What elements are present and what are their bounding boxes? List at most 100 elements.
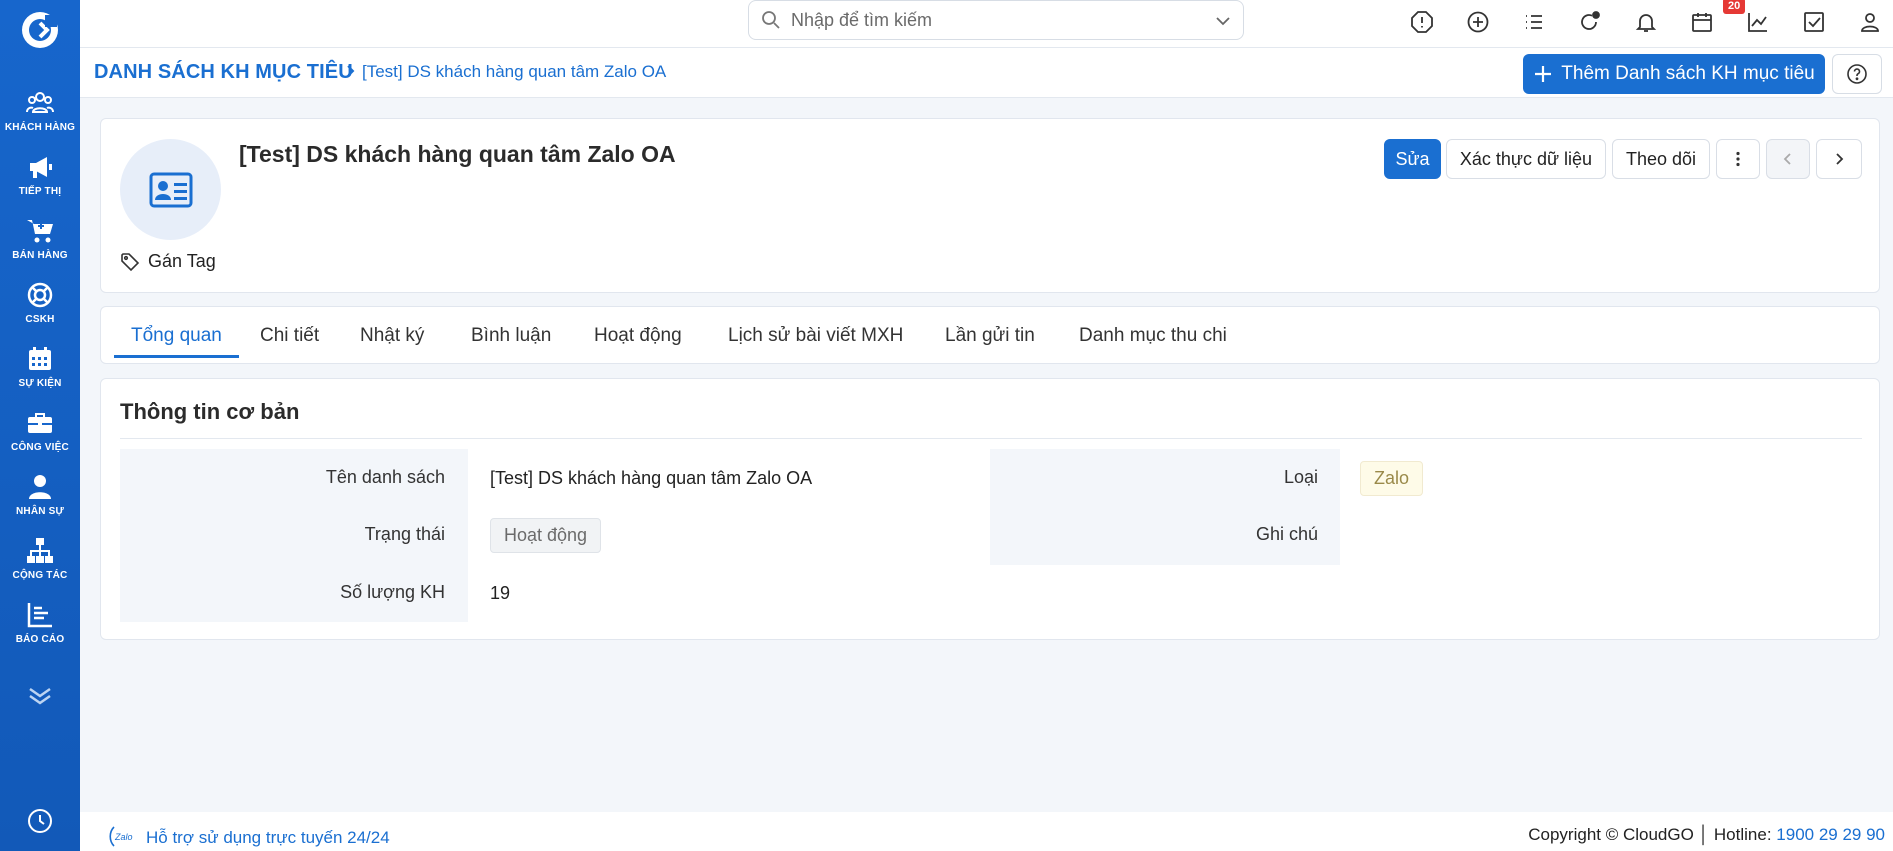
alert-circle-icon	[1411, 11, 1433, 33]
activity-button[interactable]	[1576, 8, 1604, 36]
clock-icon[interactable]	[27, 808, 53, 834]
alert-button[interactable]	[1408, 8, 1436, 36]
sidebar-item-label: SỰ KIỆN	[18, 378, 62, 389]
reports-button[interactable]	[1744, 8, 1772, 36]
more-actions-button[interactable]	[1716, 139, 1760, 179]
calendar-outline-icon	[1692, 13, 1712, 32]
bell-icon	[1635, 14, 1657, 32]
tab-lich-su-bai-viet[interactable]: Lịch sử bài viết MXH	[728, 325, 903, 347]
basic-info-panel: Thông tin cơ bản Tên danh sách [Test] DS…	[100, 378, 1880, 640]
search-icon	[762, 11, 780, 29]
list-button[interactable]	[1520, 8, 1548, 36]
tab-tong-quan[interactable]: Tổng quan	[131, 325, 222, 347]
field-label-customer-count: Số lượng KH	[340, 582, 445, 602]
sidebar-item-label: BÁO CÁO	[15, 634, 65, 645]
expand-more-icon[interactable]	[26, 686, 54, 706]
report-icon	[27, 603, 52, 628]
assign-tag-button[interactable]: Gán Tag	[120, 251, 216, 272]
sidebar-item-cskh[interactable]: CSKH	[0, 276, 80, 336]
online-support-link[interactable]: Hỗ trợ sử dụng trực tuyến 24/24	[146, 828, 390, 848]
record-title: [Test] DS khách hàng quan tâm Zalo OA	[239, 141, 676, 167]
edit-button[interactable]: Sửa	[1384, 139, 1441, 179]
sidebar-item-nhan-su[interactable]: NHÂN SỰ	[0, 468, 80, 528]
calendar-button[interactable]	[1688, 8, 1716, 36]
users-icon	[26, 92, 54, 113]
field-label-status: Trạng thái	[364, 524, 445, 544]
record-header: [Test] DS khách hàng quan tâm Zalo OA Gá…	[100, 118, 1880, 293]
field-label-type: Loại	[1283, 467, 1318, 487]
hotline-number[interactable]: 1900 29 29 90	[1776, 825, 1885, 844]
sidebar-item-khach-hang[interactable]: KHÁCH HÀNG	[0, 84, 80, 144]
copyright-text: Copyright © CloudGO	[1528, 825, 1694, 844]
record-tabs: Tổng quan Chi tiết Nhật ký Bình luận Hoạ…	[100, 306, 1880, 364]
sidebar-item-bao-cao[interactable]: BÁO CÁO	[0, 596, 80, 656]
chevron-right-icon	[347, 65, 355, 77]
user-icon	[1861, 13, 1879, 32]
help-button[interactable]	[1832, 54, 1882, 94]
next-record-button[interactable]	[1816, 139, 1862, 179]
sidebar-item-label: NHÂN SỰ	[15, 506, 65, 517]
breadcrumb-root-link[interactable]: DANH SÁCH KH MỤC TIÊU	[94, 61, 353, 84]
sidebar-item-label: CỘNG TÁC	[12, 570, 68, 581]
active-tab-indicator	[114, 355, 239, 358]
sidebar-item-ban-hang[interactable]: BÁN HÀNG	[0, 212, 80, 272]
id-card-icon	[149, 172, 192, 207]
zalo-logo-icon[interactable]: Zalo	[108, 824, 138, 848]
sidebar-item-su-kien[interactable]: SỰ KIỆN	[0, 340, 80, 400]
verify-data-button[interactable]: Xác thực dữ liệu	[1446, 139, 1606, 179]
add-target-list-label: Thêm Danh sách KH mục tiêu	[1561, 63, 1815, 84]
assign-tag-label: Gán Tag	[148, 251, 216, 271]
briefcase-icon	[28, 413, 52, 433]
field-value-list-name: [Test] DS khách hàng quan tâm Zalo OA	[490, 468, 813, 488]
tab-nhat-ky[interactable]: Nhật ký	[360, 325, 424, 347]
field-value-customer-count: 19	[490, 583, 511, 603]
tab-chi-tiet[interactable]: Chi tiết	[260, 325, 319, 347]
sidebar-item-cong-viec[interactable]: CÔNG VIỆC	[0, 404, 80, 464]
tab-binh-luan[interactable]: Bình luận	[471, 325, 551, 347]
follow-button[interactable]: Theo dõi	[1612, 139, 1710, 179]
field-label-list-name: Tên danh sách	[325, 467, 445, 487]
tab-lan-gui-tin[interactable]: Lần gửi tin	[945, 325, 1035, 347]
cart-icon	[27, 220, 53, 243]
field-label-note: Ghi chú	[1255, 524, 1318, 544]
sidebar-item-label: BÁN HÀNG	[12, 250, 68, 261]
record-avatar	[120, 139, 221, 240]
cloudgo-logo-icon[interactable]	[20, 10, 60, 50]
tab-danh-muc-thu-chi[interactable]: Danh mục thu chi	[1079, 325, 1227, 347]
section-title: Thông tin cơ bản	[120, 399, 300, 424]
global-search[interactable]	[748, 0, 1244, 40]
sidebar-item-tiep-thi[interactable]: TIẾP THỊ	[0, 148, 80, 208]
section-divider	[120, 438, 1862, 439]
line-chart-icon	[1748, 13, 1767, 32]
calendar-icon	[29, 347, 51, 370]
tab-hoat-dong[interactable]: Hoạt động	[594, 325, 682, 347]
plus-circle-icon	[1467, 11, 1489, 33]
tag-icon	[121, 252, 140, 271]
user-menu-button[interactable]	[1856, 8, 1884, 36]
more-vertical-icon	[1736, 151, 1740, 167]
sidebar: KHÁCH HÀNG TIẾP THỊ BÁN HÀNG CSKH SỰ KIỆ…	[0, 0, 80, 851]
chevron-down-icon[interactable]	[1213, 11, 1233, 31]
breadcrumb-current: [Test] DS khách hàng quan tâm Zalo OA	[362, 62, 667, 81]
sidebar-item-cong-tac[interactable]: CỘNG TÁC	[0, 532, 80, 592]
quick-add-button[interactable]	[1464, 8, 1492, 36]
checkbox-icon	[1804, 12, 1824, 32]
hotline-label: Hotline:	[1713, 825, 1772, 844]
chevron-right-icon	[1836, 153, 1844, 165]
plus-icon	[1535, 66, 1552, 82]
list-icon	[1526, 15, 1542, 29]
top-bar: 20	[80, 0, 1893, 48]
search-input[interactable]	[791, 9, 1171, 31]
notifications-button[interactable]	[1632, 8, 1660, 36]
chevron-left-icon	[1783, 153, 1791, 165]
tasks-button[interactable]	[1800, 8, 1828, 36]
notification-badge: 20	[1723, 0, 1746, 14]
type-badge: Zalo	[1360, 461, 1424, 496]
add-target-list-button[interactable]: Thêm Danh sách KH mục tiêu	[1523, 54, 1825, 94]
org-chart-icon	[27, 538, 53, 563]
refresh-dot-icon	[1581, 11, 1600, 30]
zalo-logo-text: Zalo	[114, 832, 133, 842]
previous-record-button[interactable]	[1766, 139, 1810, 179]
megaphone-icon	[30, 157, 52, 178]
sidebar-item-label: TIẾP THỊ	[18, 186, 62, 197]
